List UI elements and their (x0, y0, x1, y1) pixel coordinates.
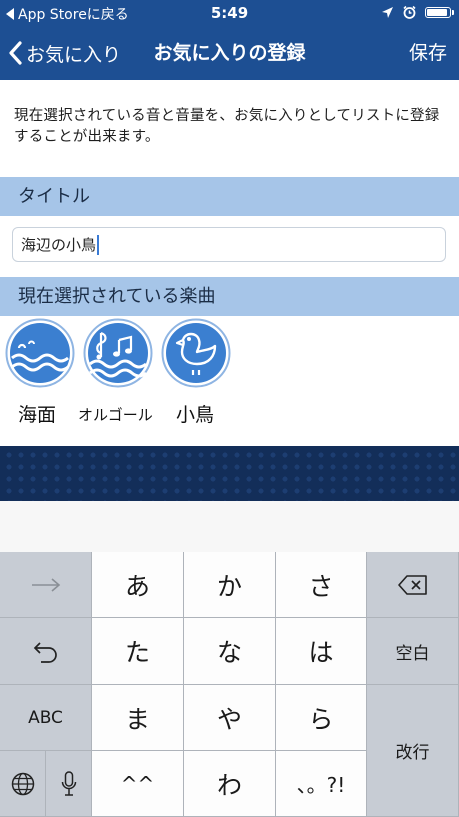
text-cursor (97, 234, 100, 255)
status-bar: App Storeに戻る 5:49 (0, 0, 459, 26)
status-icons (381, 5, 454, 20)
alarm-clock-icon (403, 5, 416, 19)
save-button[interactable]: 保存 (409, 26, 447, 80)
sound-label-bird: 小鳥 (176, 404, 215, 426)
key-return[interactable]: 改行 (367, 685, 459, 817)
sound-label-music-box: オルゴール (78, 406, 153, 424)
key-delete[interactable] (367, 552, 459, 618)
key-ha[interactable]: は (276, 618, 367, 685)
microphone-icon (61, 770, 76, 796)
key-undo[interactable] (0, 618, 92, 685)
bird-icon (161, 318, 231, 388)
key-ka[interactable]: か (184, 552, 276, 618)
japanese-kana-keyboard: ABC あ か さ た な は ま や ら ^^ わ 、。?! 空白 改行 (0, 552, 459, 817)
selected-sounds-header: 現在選択されている楽曲 (0, 277, 459, 316)
title-input-value: 海辺の小鳥 (21, 236, 97, 254)
navigation-bar: お気に入り お気に入りの登録 保存 (0, 26, 459, 80)
title-section-header: タイトル (0, 177, 459, 216)
key-globe[interactable] (0, 751, 46, 817)
description-text: 現在選択されている音と音量を、お気に入りとしてリストに登録することが出来ます。 (14, 108, 440, 145)
dotted-banner (0, 446, 459, 501)
back-to-favorites-button[interactable]: お気に入り (8, 26, 121, 80)
key-dictation[interactable] (46, 751, 92, 817)
music-box-icon (83, 318, 153, 388)
key-a[interactable]: あ (92, 552, 184, 618)
battery-icon (425, 7, 454, 18)
key-next-candidate[interactable] (0, 552, 92, 618)
sound-item-sea[interactable]: 海面 (4, 318, 76, 426)
sound-label-sea: 海面 (18, 404, 57, 426)
back-button-label: お気に入り (26, 43, 122, 66)
globe-icon (11, 772, 34, 795)
key-ra[interactable]: ら (276, 685, 367, 751)
key-na[interactable]: な (184, 618, 276, 685)
undo-icon (33, 642, 57, 663)
location-arrow-icon (382, 7, 393, 18)
sea-waves-icon (5, 318, 75, 388)
key-sa[interactable]: さ (276, 552, 367, 618)
key-space[interactable]: 空白 (367, 618, 459, 685)
title-input[interactable]: 海辺の小鳥 (12, 227, 446, 262)
key-abc[interactable]: ABC (0, 685, 92, 751)
sound-item-music-box[interactable]: オルゴール (78, 318, 154, 424)
chevron-left-icon (9, 41, 22, 65)
key-ya[interactable]: や (184, 685, 276, 751)
key-ta[interactable]: た (92, 618, 184, 685)
right-arrow-icon (31, 577, 60, 592)
sound-item-bird[interactable]: 小鳥 (160, 318, 232, 426)
backspace-icon (397, 574, 427, 595)
keyboard-accessory-area (0, 501, 459, 552)
key-punctuation[interactable]: 、。?! (276, 751, 367, 817)
key-wa[interactable]: わ (184, 751, 276, 817)
key-ma[interactable]: ま (92, 685, 184, 751)
key-emoticon[interactable]: ^^ (92, 751, 184, 817)
